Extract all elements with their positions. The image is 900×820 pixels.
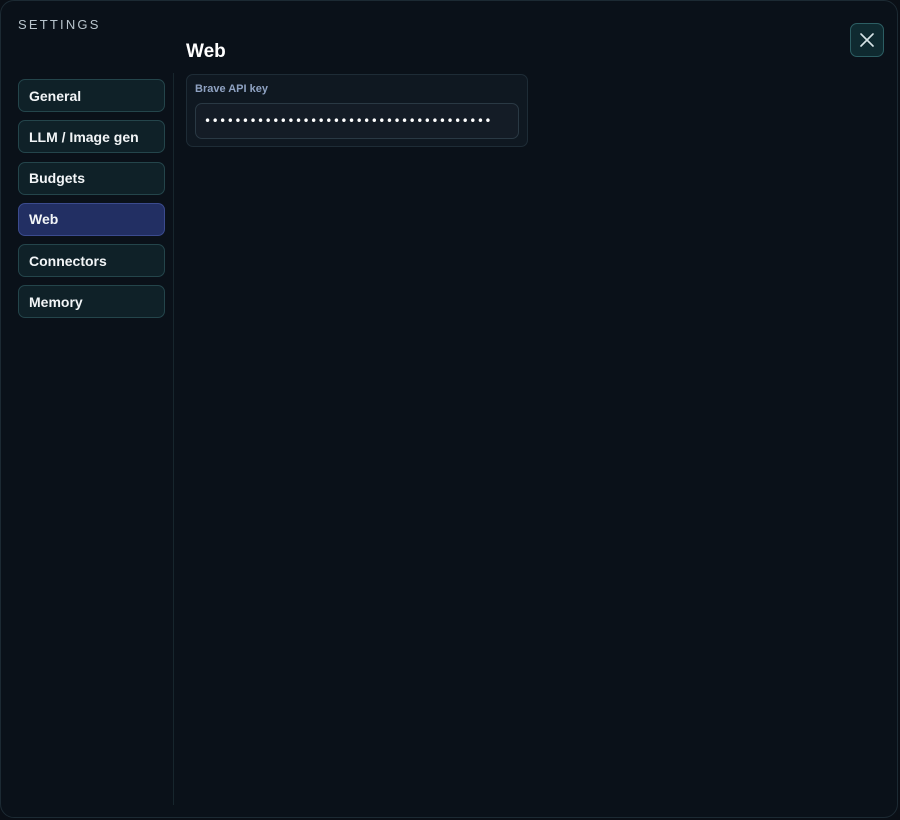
nav-item-general[interactable]: General [18,79,165,112]
nav-item-budgets[interactable]: Budgets [18,161,165,195]
close-button[interactable] [850,23,884,57]
section-title: Web [186,41,226,62]
nav-item-memory[interactable]: Memory [18,285,165,319]
dialog-title: SETTINGS [18,17,101,32]
brave-api-key-input[interactable] [195,103,519,139]
close-icon [860,33,874,47]
settings-nav: General LLM / Image gen Budgets Web Conn… [18,79,165,327]
nav-item-web[interactable]: Web [18,202,165,236]
nav-divider [173,73,174,805]
brave-api-key-label: Brave API key [195,83,268,95]
settings-dialog: SETTINGS General LLM / Image gen Budgets… [0,0,898,818]
nav-item-llm-image-gen[interactable]: LLM / Image gen [18,120,165,154]
brave-api-key-card: Brave API key [186,74,528,147]
nav-item-connectors[interactable]: Connectors [18,244,165,278]
